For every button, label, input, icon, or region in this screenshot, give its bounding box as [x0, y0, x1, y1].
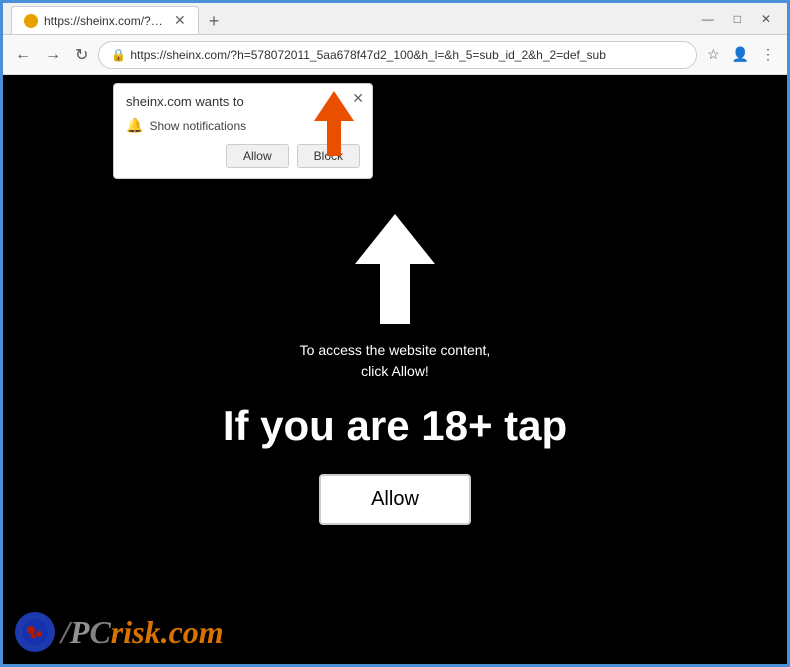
bell-icon: 🔔: [126, 117, 143, 134]
content-line1: To access the website content,: [300, 340, 491, 361]
tab-title: https://sheinx.com/?h=5780720...: [44, 14, 164, 28]
pcrisk-logo: [15, 612, 55, 652]
profile-icon[interactable]: 👤: [728, 42, 753, 67]
new-tab-button[interactable]: +: [203, 9, 226, 34]
tab-favicon: [24, 14, 38, 28]
active-tab[interactable]: https://sheinx.com/?h=5780720... ✕: [11, 6, 199, 34]
popup-buttons: Allow Block: [126, 144, 360, 168]
popup-title: sheinx.com wants to: [126, 94, 360, 109]
maximize-button[interactable]: □: [726, 10, 749, 28]
arrow-shaft: [380, 264, 410, 324]
arrow-head: [355, 214, 435, 264]
minimize-button[interactable]: —: [694, 10, 722, 28]
url-display: https://sheinx.com/?h=578072011_5aa678f4…: [130, 48, 606, 62]
tab-area: https://sheinx.com/?h=5780720... ✕ +: [11, 3, 694, 34]
address-input[interactable]: 🔒 https://sheinx.com/?h=578072011_5aa678…: [98, 41, 697, 69]
title-bar: https://sheinx.com/?h=5780720... ✕ + — □…: [3, 3, 787, 35]
popup-notification-row: 🔔 Show notifications: [126, 117, 360, 134]
notification-text: Show notifications: [149, 119, 246, 133]
close-button[interactable]: ✕: [753, 10, 779, 28]
block-button[interactable]: Block: [297, 144, 360, 168]
menu-icon[interactable]: ⋮: [757, 42, 779, 67]
browser-window: https://sheinx.com/?h=5780720... ✕ + — □…: [0, 0, 790, 667]
popup-close-button[interactable]: ✕: [352, 90, 364, 107]
lock-icon: 🔒: [111, 48, 126, 62]
address-actions: ☆ 👤 ⋮: [703, 42, 779, 67]
notification-popup: ✕ sheinx.com wants to 🔔 Show notificatio…: [113, 83, 373, 179]
bookmark-icon[interactable]: ☆: [703, 42, 724, 67]
address-bar: ← → ↻ 🔒 https://sheinx.com/?h=578072011_…: [3, 35, 787, 75]
allow-button[interactable]: Allow: [226, 144, 289, 168]
page-arrow-icon: [355, 214, 435, 324]
pcrisk-text: /PCrisk.com: [61, 614, 224, 651]
refresh-button[interactable]: ↻: [71, 41, 92, 69]
watermark: /PCrisk.com: [15, 612, 224, 652]
forward-button[interactable]: →: [41, 42, 65, 68]
tab-close-button[interactable]: ✕: [174, 12, 186, 29]
browser-content: ✕ sheinx.com wants to 🔔 Show notificatio…: [3, 75, 787, 664]
back-button[interactable]: ←: [11, 42, 35, 68]
window-controls: — □ ✕: [694, 10, 779, 28]
content-line2: click Allow!: [300, 361, 491, 382]
content-large-text: If you are 18+ tap: [223, 402, 567, 450]
page-allow-button[interactable]: Allow: [319, 474, 471, 525]
content-small-text: To access the website content, click All…: [300, 340, 491, 382]
